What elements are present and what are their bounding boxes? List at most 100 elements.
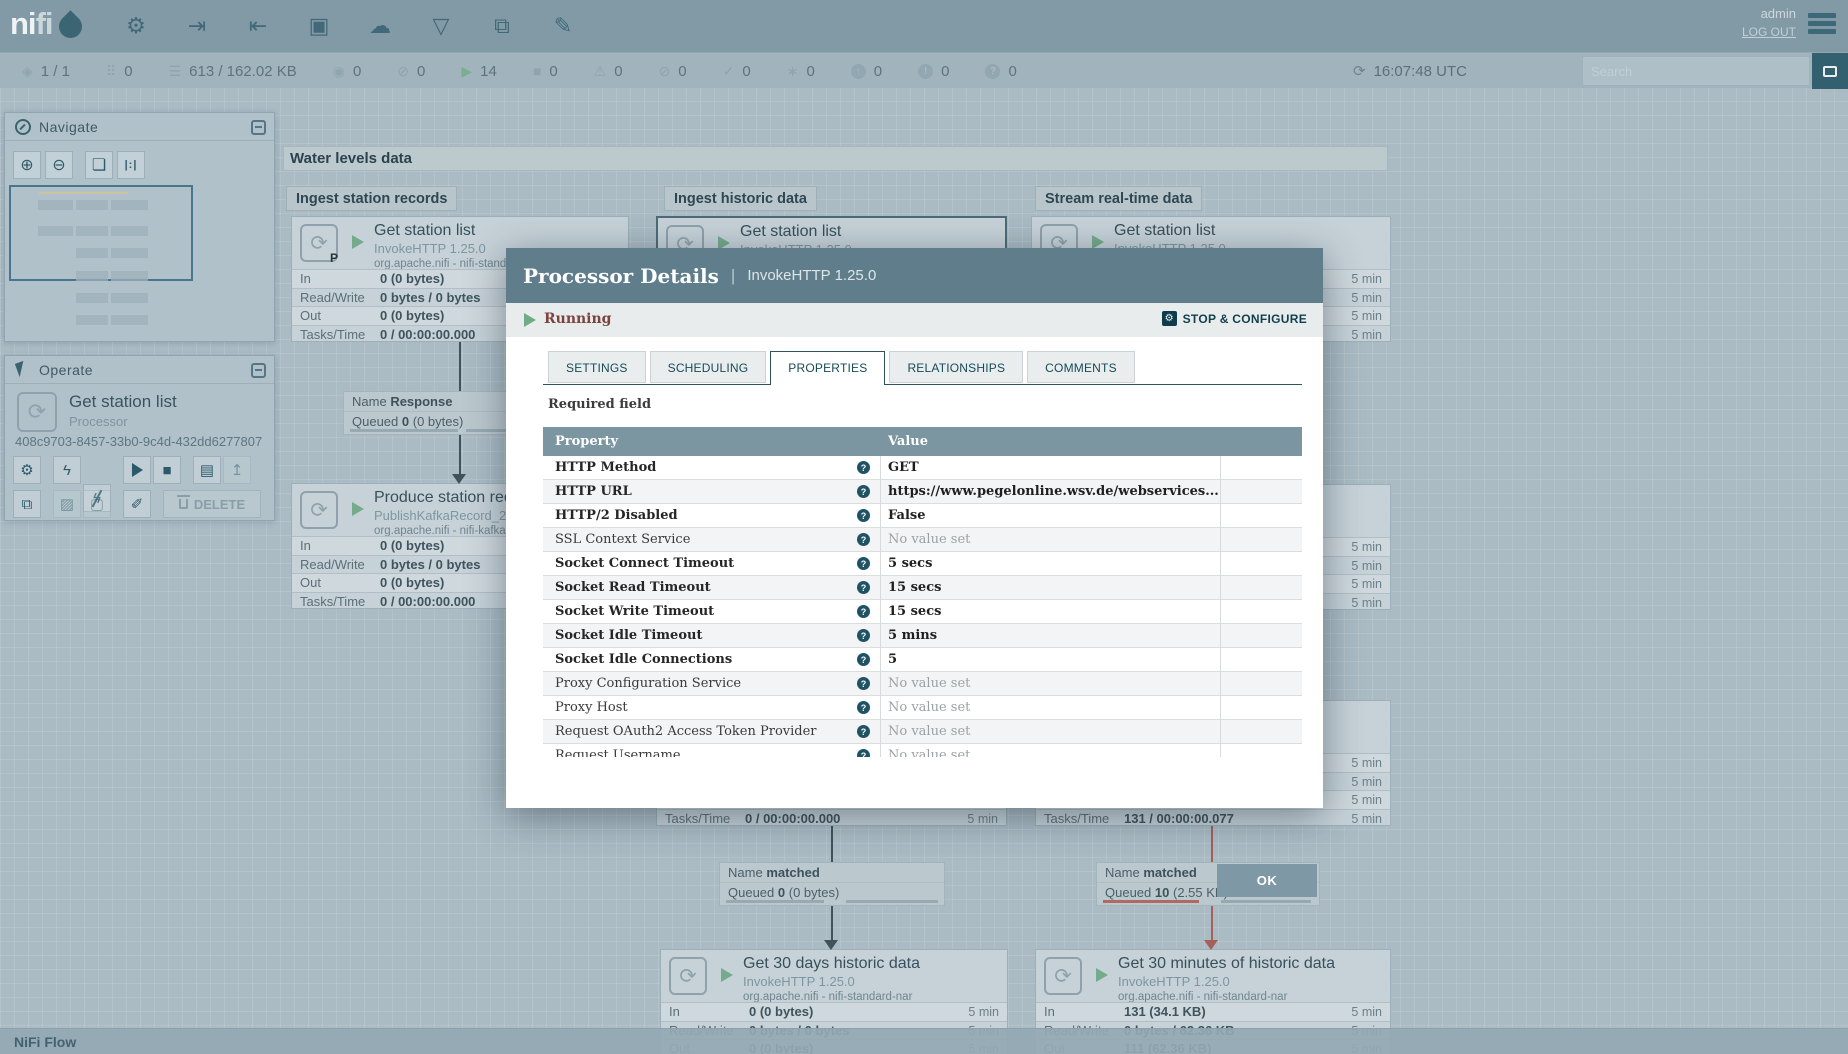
logout-link[interactable]: LOG OUT [1742,25,1796,39]
tab-properties[interactable]: PROPERTIES [770,351,886,385]
property-name: HTTP Method [555,460,657,475]
help-icon[interactable]: ? [857,557,870,570]
help-icon[interactable]: ? [857,509,870,522]
delete-button[interactable]: DELETE [163,490,261,518]
help-icon[interactable]: ? [857,725,870,738]
upload-template-button[interactable]: ↥ [223,456,251,484]
status-sync-failure: ? 0 [985,62,1017,80]
tab-settings[interactable]: SETTINGS [548,351,646,383]
group-label-ingest-historic-data[interactable]: Ingest historic data [664,186,817,211]
processor-component-icon[interactable]: ⚙ [118,8,154,44]
processor-icon: ⟳ [1044,957,1082,995]
queue-bar [350,429,458,432]
help-icon[interactable]: ? [857,485,870,498]
create-template-button[interactable]: ▤ [193,456,221,484]
remote-process-group-component-icon[interactable]: ☁ [362,8,398,44]
configure-button[interactable]: ⚙ [13,456,41,484]
processor-name: Get 30 days historic data [743,955,920,972]
group-button[interactable]: ▢ [83,490,111,518]
minimap-block [111,200,148,210]
canvas-label[interactable]: Water levels data [283,146,1388,171]
help-icon[interactable]: ? [857,749,870,757]
paste-button[interactable]: ▨ [53,490,81,518]
zoom-in-button[interactable]: ⊕ [13,151,41,179]
status-stale: ↑ 0 [850,63,882,80]
property-row: Socket Idle Connections? 5 [543,648,1302,672]
help-icon[interactable]: ? [857,581,870,594]
dialog-component-type: InvokeHTTP 1.25.0 [747,267,877,284]
help-icon[interactable]: ? [857,701,870,714]
breadcrumb[interactable]: NiFi Flow [14,1029,76,1054]
funnel-component-icon[interactable]: ▽ [423,8,459,44]
help-icon[interactable]: ? [857,533,870,546]
nifi-drop-icon [53,9,87,43]
refresh-icon[interactable]: ⟳ [1353,62,1366,80]
stop-and-configure-button[interactable]: ⚙ STOP & CONFIGURE [1161,311,1307,326]
title-separator: | [730,265,736,285]
change-color-button[interactable]: ✐ [123,490,151,518]
help-icon[interactable]: ? [857,461,870,474]
property-row: Request Username? No value set [543,744,1302,757]
running-icon [352,502,364,516]
active-threads-icon: ⠿ [105,62,117,79]
copy-button[interactable]: ⧉ [13,490,41,518]
processor-icon: ⟳ [17,392,57,432]
help-icon[interactable]: ? [857,653,870,666]
label-component-icon[interactable]: ✎ [545,8,581,44]
up-to-date-icon: ✓ [722,62,735,79]
collapse-button[interactable] [251,363,266,378]
property-row: Socket Idle Timeout? 5 mins [543,624,1302,648]
stale-icon: ↑ [850,63,866,79]
process-group-component-icon[interactable]: ▣ [301,8,337,44]
template-component-icon[interactable]: ⧉ [484,8,520,44]
property-name: Socket Write Timeout [555,604,715,619]
minimap-block [111,271,148,281]
stop-button[interactable]: ■ [153,456,181,484]
status-count: 0 [1008,62,1017,80]
search-input[interactable] [1582,56,1810,86]
group-label-stream-real-time-data[interactable]: Stream real-time data [1035,186,1203,211]
group-label-ingest-station-records[interactable]: Ingest station records [286,186,458,211]
help-icon[interactable]: ? [857,677,870,690]
status-count: 0 [742,62,751,80]
zoom-actual-button[interactable]: |:| [117,151,145,179]
connection-line [831,906,833,940]
property-name: Request Username [555,748,681,757]
property-value: https://www.pegelonline.wsv.de/webservic… [888,484,1219,499]
user-area: admin LOG OUT [1742,6,1796,39]
running-status-icon [524,313,536,327]
property-name: Proxy Host [555,700,628,715]
connection-label-matched[interactable]: Name matched Queued 0 (0 bytes) [719,862,945,906]
component-toolbar: ⚙ ⇥ ⇤ ▣ ☁ ▽ ⧉ ✎ [118,8,581,44]
bulletin-button[interactable] [1812,53,1848,89]
enable-button[interactable]: ϟ [53,456,81,484]
current-user: admin [1760,6,1796,21]
zoom-fit-button[interactable]: ❏ [85,151,113,179]
operate-palette: Operate ⟳ Get station list Processor 408… [4,355,275,521]
disabled-icon: ⊘ [658,62,671,79]
stat-row: Tasks/Time 131 / 00:00:00.077 5 min [1036,808,1390,828]
connection-label-response[interactable]: Name Response Queued 0 (0 bytes) [343,391,531,435]
property-value: 5 [888,652,898,667]
property-value: No value set [888,724,971,739]
collapse-button[interactable] [251,120,266,135]
properties-table: Property Value HTTP Method? GET HTTP URL? h… [543,427,1302,757]
operate-title: Operate [39,362,94,378]
zoom-out-button[interactable]: ⊖ [45,151,73,179]
global-menu-icon[interactable] [1808,13,1836,18]
selected-component-name: Get station list [69,392,177,411]
tab-comments[interactable]: COMMENTS [1027,351,1135,383]
help-icon[interactable]: ? [857,605,870,618]
help-icon[interactable]: ? [857,629,870,642]
tab-scheduling[interactable]: SCHEDULING [649,351,767,383]
property-name: Proxy Configuration Service [555,676,742,691]
property-name: Request OAuth2 Access Token Provider [555,724,817,739]
sync-failure-icon: ? [985,63,1001,79]
ok-button[interactable]: OK [1217,864,1317,897]
minimap-block [76,226,108,236]
property-column-header: Property [555,434,619,449]
tab-relationships[interactable]: RELATIONSHIPS [889,351,1024,383]
input-port-component-icon[interactable]: ⇥ [179,8,215,44]
start-button[interactable] [123,456,151,484]
output-port-component-icon[interactable]: ⇤ [240,8,276,44]
